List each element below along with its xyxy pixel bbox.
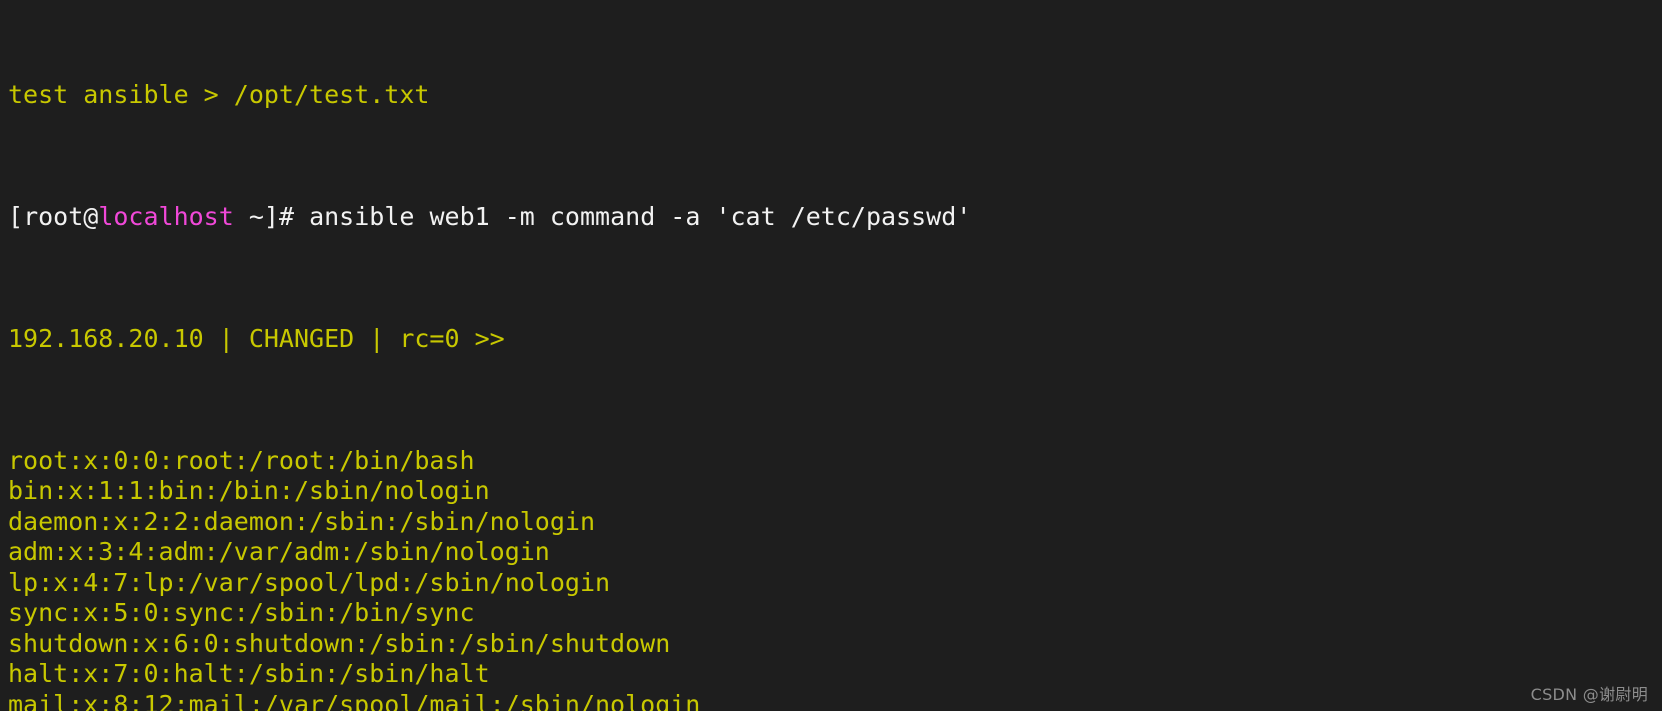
- csdn-watermark: CSDN @谢尉明: [1530, 685, 1648, 704]
- terminal-window[interactable]: test ansible > /opt/test.txt [root@local…: [0, 0, 1662, 711]
- passwd-entry-line: shutdown:x:6:0:shutdown:/sbin:/sbin/shut…: [8, 628, 671, 658]
- scrollback-clipped-line: test ansible > /opt/test.txt: [8, 79, 430, 109]
- passwd-entry-line: bin:x:1:1:bin:/bin:/sbin/nologin: [8, 476, 490, 505]
- shell-prompt-line: [root@localhost ~]# ansible web1 -m comm…: [8, 202, 1662, 233]
- prompt-hostname: localhost: [98, 201, 234, 231]
- passwd-entry-line: lp:x:4:7:lp:/var/spool/lpd:/sbin/nologin: [8, 567, 611, 597]
- passwd-entry-line: daemon:x:2:2:daemon:/sbin:/sbin/nologin: [8, 506, 595, 536]
- prompt-command: ansible web1 -m command -a 'cat /etc/pas…: [309, 201, 972, 231]
- terminal-screen: test ansible > /opt/test.txt [root@local…: [8, 0, 1662, 711]
- prompt-user: root@: [23, 201, 99, 231]
- prompt-bracket-open: [: [8, 201, 24, 231]
- prompt-path-sigil: ~]#: [233, 201, 310, 231]
- passwd-entry-line: root:x:0:0:root:/root:/bin/bash: [8, 445, 475, 475]
- passwd-entry-line: sync:x:5:0:sync:/sbin:/bin/sync: [8, 598, 475, 627]
- passwd-output-block: root:x:0:0:root:/root:/bin/bash bin:x:1:1…: [8, 446, 1662, 711]
- ansible-result-header: 192.168.20.10 | CHANGED | rc=0 >>: [8, 323, 505, 353]
- passwd-entry-line: adm:x:3:4:adm:/var/adm:/sbin/nologin: [8, 537, 550, 566]
- passwd-entry-line: mail:x:8:12:mail:/var/spool/mail:/sbin/n…: [8, 689, 701, 711]
- passwd-entry-line: halt:x:7:0:halt:/sbin:/sbin/halt: [8, 659, 490, 688]
